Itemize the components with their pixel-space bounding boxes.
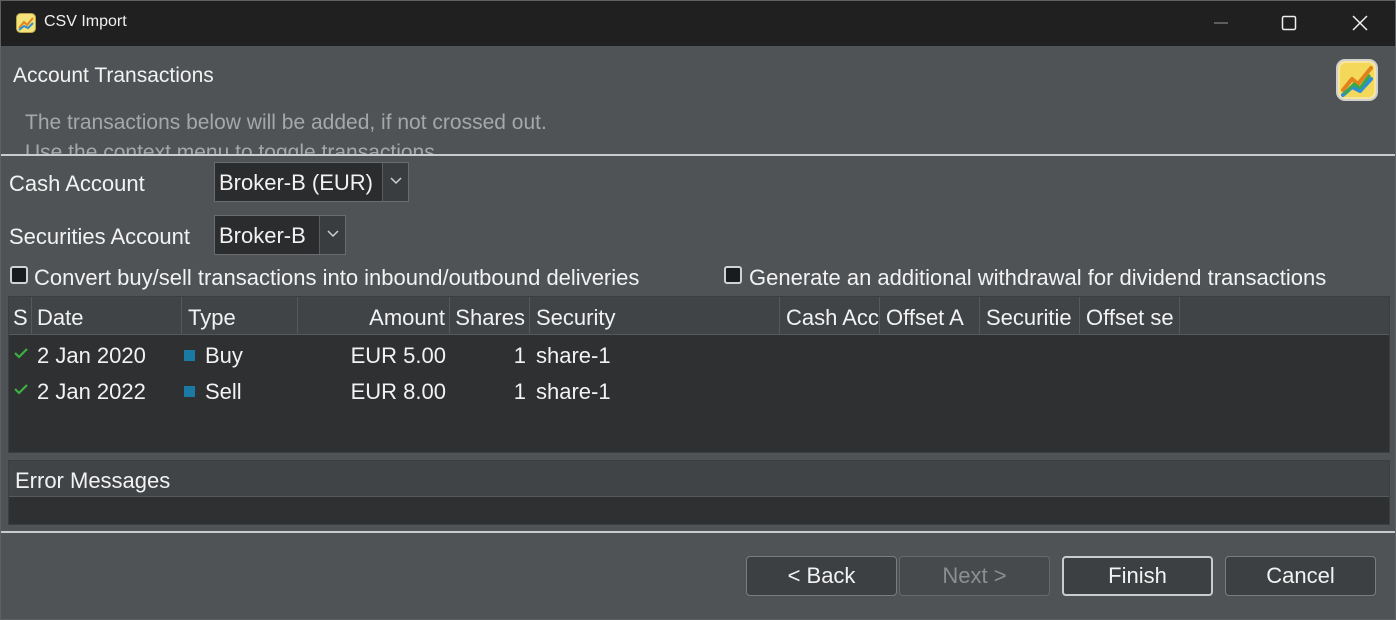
description-line-2: Use the context menu to toggle transacti… <box>25 141 441 154</box>
cancel-button[interactable]: Cancel <box>1225 556 1376 596</box>
logo-icon <box>1336 59 1378 101</box>
row-shares: 1 <box>513 343 526 368</box>
maximize-icon <box>1281 15 1297 31</box>
cash-account-value: Broker-B (EUR) <box>219 170 374 195</box>
table-row[interactable]: 2 Jan 2020 Buy EUR 5.00 1 share-1 <box>9 337 1389 373</box>
column-date[interactable]: Date <box>32 297 182 335</box>
footer-separator <box>1 531 1395 533</box>
cash-account-label: Cash Account <box>9 171 145 196</box>
close-icon <box>1352 15 1368 31</box>
chevron-down-icon <box>327 230 339 238</box>
row-date: 2 Jan 2020 <box>37 343 146 368</box>
column-cash-account[interactable]: Cash Acc <box>780 297 880 335</box>
generate-withdrawal-label[interactable]: Generate an additional withdrawal for di… <box>749 265 1326 291</box>
row-shares: 1 <box>513 379 526 404</box>
row-security: share-1 <box>536 343 611 368</box>
column-security[interactable]: Security <box>530 297 780 335</box>
securities-account-value: Broker-B <box>219 223 306 248</box>
minimize-button[interactable] <box>1189 1 1253 46</box>
cash-account-dropdown-button[interactable] <box>382 163 408 201</box>
page-description: The transactions below will be added, if… <box>25 108 547 154</box>
column-status[interactable]: S <box>9 297 32 335</box>
securities-account-dropdown-button[interactable] <box>319 216 345 254</box>
wizard-header: Account Transactions The transactions be… <box>1 46 1395 154</box>
convert-deliveries-checkbox[interactable] <box>10 266 28 284</box>
error-messages-title: Error Messages <box>15 468 171 493</box>
window-title: CSV Import <box>44 13 127 30</box>
securities-account-label: Securities Account <box>9 224 190 249</box>
type-marker-icon <box>184 350 195 361</box>
row-type: Sell <box>205 379 242 404</box>
header-separator <box>1 154 1395 156</box>
type-marker-icon <box>184 386 195 397</box>
row-amount: EUR 5.00 <box>350 343 446 368</box>
maximize-button[interactable] <box>1257 1 1321 46</box>
error-messages-header: Error Messages <box>9 461 1389 497</box>
table-header: S Date Type Amount Shares Security Cash … <box>9 297 1389 335</box>
title-bar: CSV Import <box>1 1 1395 46</box>
table-row[interactable]: 2 Jan 2022 Sell EUR 8.00 1 share-1 <box>9 373 1389 409</box>
description-line-1: The transactions below will be added, if… <box>25 111 547 134</box>
close-button[interactable] <box>1328 1 1392 46</box>
csv-import-window: CSV Import Account Transactions The tran… <box>0 0 1396 620</box>
row-security: share-1 <box>536 379 611 404</box>
row-date: 2 Jan 2022 <box>37 379 146 404</box>
generate-withdrawal-checkbox[interactable] <box>724 266 742 284</box>
page-title: Account Transactions <box>13 64 214 87</box>
app-icon <box>16 13 36 33</box>
checkmark-icon <box>14 384 28 395</box>
row-type: Buy <box>205 343 243 368</box>
minimize-icon <box>1214 22 1228 24</box>
securities-account-select[interactable]: Broker-B <box>214 215 346 255</box>
column-type[interactable]: Type <box>182 297 298 335</box>
transactions-table[interactable]: S Date Type Amount Shares Security Cash … <box>8 296 1390 453</box>
row-amount: EUR 8.00 <box>350 379 446 404</box>
column-securities-account[interactable]: Securitie <box>980 297 1080 335</box>
finish-button[interactable]: Finish <box>1062 556 1213 596</box>
next-button[interactable]: Next > <box>899 556 1050 596</box>
error-messages-panel[interactable]: Error Messages <box>8 460 1390 525</box>
column-offset-securities[interactable]: Offset se <box>1080 297 1180 335</box>
column-offset-account[interactable]: Offset A <box>880 297 980 335</box>
back-button[interactable]: < Back <box>746 556 897 596</box>
column-amount[interactable]: Amount <box>298 297 450 335</box>
chevron-down-icon <box>390 177 402 185</box>
column-shares[interactable]: Shares <box>450 297 530 335</box>
checkmark-icon <box>14 348 28 359</box>
convert-deliveries-label[interactable]: Convert buy/sell transactions into inbou… <box>34 265 639 291</box>
cash-account-select[interactable]: Broker-B (EUR) <box>214 162 409 202</box>
